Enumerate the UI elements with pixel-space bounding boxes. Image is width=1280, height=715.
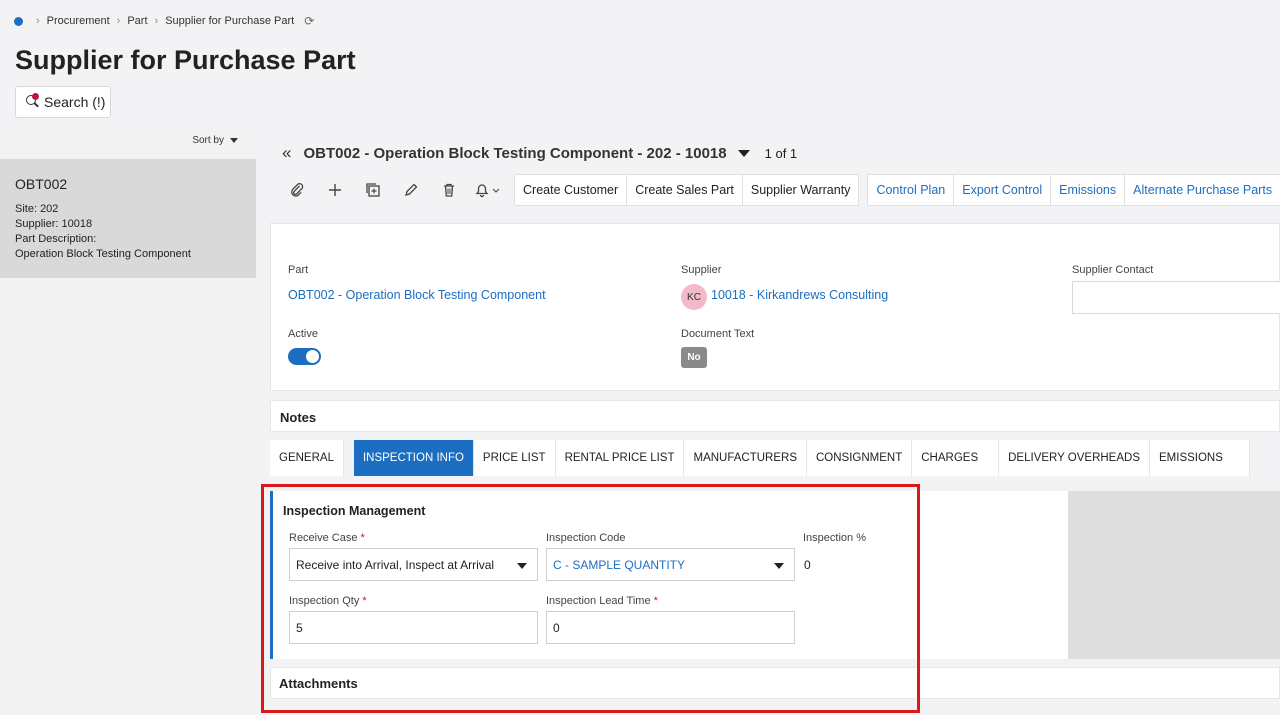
detail-card: Part OBT002 - Operation Block Testing Co… xyxy=(270,223,1280,391)
breadcrumb-current: Supplier for Purchase Part xyxy=(165,15,295,27)
chevron-down-icon xyxy=(230,138,238,143)
toolbar-links: Control Plan Export Control Emissions Al… xyxy=(867,174,1280,206)
inspection-qty-input[interactable]: 5 xyxy=(289,611,538,644)
supplier-link[interactable]: 10018 - Kirkandrews Consulting xyxy=(711,288,888,302)
inspection-qty-label: Inspection Qty * xyxy=(289,595,367,607)
record-list-panel: Sort by OBT002 Site: 202 Supplier: 10018… xyxy=(0,127,256,715)
collapse-panel-icon[interactable]: « xyxy=(282,143,291,163)
record-title: OBT002 - Operation Block Testing Compone… xyxy=(303,144,727,162)
part-link[interactable]: OBT002 - Operation Block Testing Compone… xyxy=(288,288,546,302)
tab-consignment[interactable]: CONSIGNMENT xyxy=(807,440,913,476)
list-item-supplier: Supplier: 10018 xyxy=(15,218,93,230)
search-button[interactable]: Search (!) xyxy=(15,86,111,118)
notes-section[interactable]: Notes xyxy=(270,400,1280,432)
edit-icon[interactable] xyxy=(392,174,430,206)
chevron-down-icon xyxy=(774,563,784,569)
inspection-qty-value: 5 xyxy=(296,620,303,635)
command-toolbar: Create Customer Create Sales Part Suppli… xyxy=(278,174,1280,206)
sort-by-label: Sort by xyxy=(192,135,224,146)
record-header: « OBT002 - Operation Block Testing Compo… xyxy=(282,143,797,163)
emissions-link[interactable]: Emissions xyxy=(1051,174,1126,206)
inspection-pct-value: 0 xyxy=(804,558,811,572)
export-control-link[interactable]: Export Control xyxy=(954,174,1052,206)
tab-inspection-info[interactable]: INSPECTION INFO xyxy=(353,440,474,476)
lead-time-input[interactable]: 0 xyxy=(546,611,795,644)
alternate-purchase-parts-link[interactable]: Alternate Purchase Parts xyxy=(1125,174,1280,206)
tab-price-list[interactable]: PRICE LIST xyxy=(473,440,556,476)
lead-time-label: Inspection Lead Time * xyxy=(546,595,658,607)
breadcrumb-procurement[interactable]: Procurement xyxy=(47,15,110,27)
chevron-down-icon xyxy=(517,563,527,569)
part-label: Part xyxy=(288,264,309,276)
supplier-label: Supplier xyxy=(681,264,722,276)
list-item-id: OBT002 xyxy=(15,176,68,192)
list-item-site: Site: 202 xyxy=(15,203,59,215)
search-label: Search (!) xyxy=(44,94,106,110)
tab-emissions[interactable]: EMISSIONS xyxy=(1150,440,1250,476)
create-customer-button[interactable]: Create Customer xyxy=(514,174,628,206)
receive-case-label: Receive Case * xyxy=(289,532,365,544)
duplicate-icon[interactable] xyxy=(354,174,392,206)
page-header: › Procurement › Part › Supplier for Purc… xyxy=(0,0,1280,127)
paperclip-icon[interactable] xyxy=(278,174,316,206)
list-item-desc: Operation Block Testing Component xyxy=(15,248,191,260)
chevron-right-icon: › xyxy=(116,15,121,27)
tab-charges[interactable]: CHARGES xyxy=(912,440,1000,476)
home-icon[interactable] xyxy=(14,16,23,26)
tab-general[interactable]: GENERAL xyxy=(270,440,344,476)
list-item[interactable]: OBT002 Site: 202 Supplier: 10018 Part De… xyxy=(0,159,256,278)
toggle-knob xyxy=(306,350,319,363)
main-content: « OBT002 - Operation Block Testing Compo… xyxy=(256,127,1280,715)
list-item-desc-label: Part Description: xyxy=(15,233,97,245)
chevron-right-icon: › xyxy=(36,15,40,27)
control-plan-link[interactable]: Control Plan xyxy=(867,174,955,206)
inspection-code-select[interactable]: C - SAMPLE QUANTITY xyxy=(546,548,795,581)
plus-icon[interactable] xyxy=(316,174,354,206)
receive-case-select[interactable]: Receive into Arrival, Inspect at Arrival xyxy=(289,548,538,581)
avatar: KC xyxy=(681,284,707,310)
attachments-section[interactable]: Attachments xyxy=(270,667,1280,699)
inspection-management-group: Inspection Management Receive Case * Rec… xyxy=(270,491,1068,659)
supplier-contact-label: Supplier Contact xyxy=(1072,264,1154,276)
delete-icon[interactable] xyxy=(430,174,468,206)
notes-label: Notes xyxy=(280,410,317,425)
empty-group-area xyxy=(1068,491,1280,659)
toolbar-buttons: Create Customer Create Sales Part Suppli… xyxy=(514,174,860,206)
search-icon xyxy=(25,93,41,110)
tab-delivery-overheads[interactable]: DELIVERY OVERHEADS xyxy=(999,440,1150,476)
active-toggle[interactable] xyxy=(288,348,321,365)
document-text-label: Document Text xyxy=(681,328,755,340)
supplier-contact-input[interactable] xyxy=(1072,281,1280,314)
inspection-code-value: C - SAMPLE QUANTITY xyxy=(553,557,686,572)
tab-bar: GENERAL INSPECTION INFO PRICE LIST RENTA… xyxy=(270,440,1250,476)
record-dropdown-icon[interactable] xyxy=(737,149,750,157)
lead-time-value: 0 xyxy=(553,620,560,635)
active-label: Active xyxy=(288,328,318,340)
supplier-warranty-button[interactable]: Supplier Warranty xyxy=(742,174,860,206)
receive-case-value: Receive into Arrival, Inspect at Arrival xyxy=(296,557,495,572)
sort-by-dropdown[interactable]: Sort by xyxy=(192,135,238,146)
document-text-badge[interactable]: No xyxy=(681,347,707,368)
tab-rental-price-list[interactable]: RENTAL PRICE LIST xyxy=(555,440,685,476)
page-title: Supplier for Purchase Part xyxy=(15,45,356,75)
breadcrumb: › Procurement › Part › Supplier for Purc… xyxy=(14,14,314,28)
create-sales-part-button[interactable]: Create Sales Part xyxy=(627,174,743,206)
record-count: 1 of 1 xyxy=(764,145,798,161)
inspection-code-label: Inspection Code xyxy=(546,532,626,544)
attachments-label: Attachments xyxy=(279,676,358,691)
refresh-icon[interactable]: ⟳ xyxy=(304,14,314,28)
chevron-right-icon: › xyxy=(154,15,159,27)
bell-icon[interactable] xyxy=(468,174,506,206)
inspection-management-title: Inspection Management xyxy=(283,504,426,518)
tab-manufacturers[interactable]: MANUFACTURERS xyxy=(684,440,807,476)
breadcrumb-part[interactable]: Part xyxy=(127,15,147,27)
inspection-pct-label: Inspection % xyxy=(803,532,866,544)
